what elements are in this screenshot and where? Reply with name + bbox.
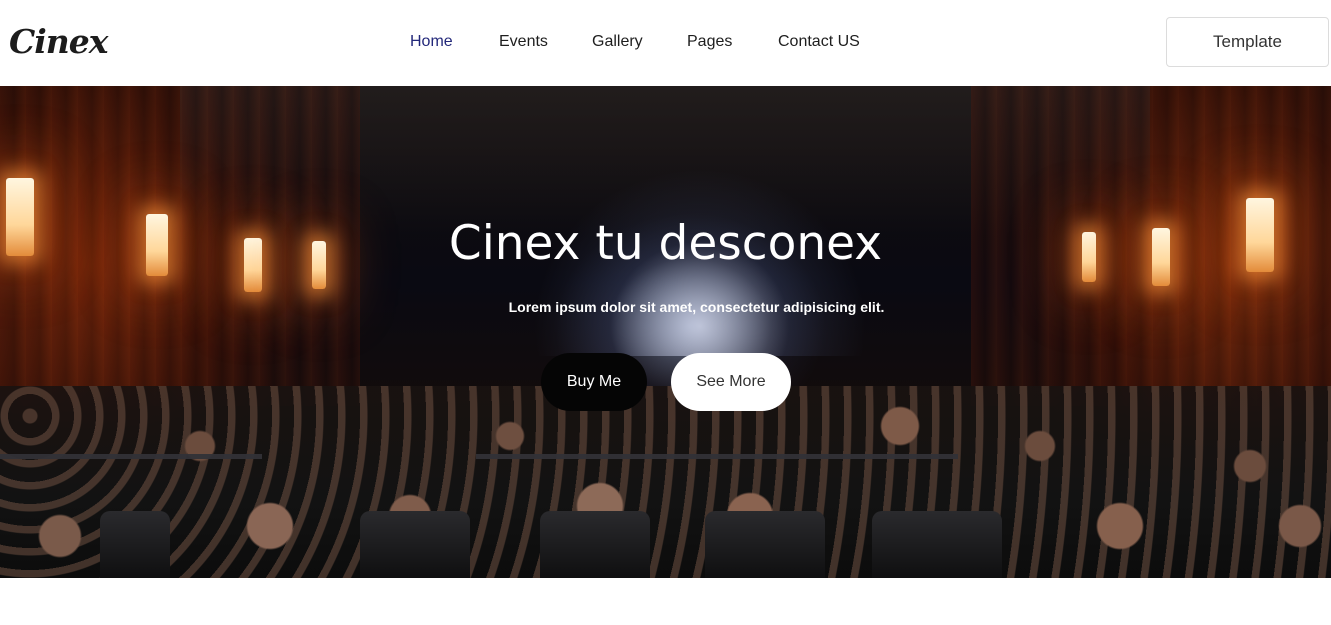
cinema-seat (100, 511, 170, 578)
seat-rail (0, 454, 262, 459)
see-more-button[interactable]: See More (671, 353, 791, 411)
seat-rail (476, 454, 958, 459)
buy-me-button[interactable]: Buy Me (541, 353, 647, 411)
template-button[interactable]: Template (1166, 17, 1329, 67)
cinema-seat (360, 511, 470, 578)
nav-pages-link[interactable]: Pages (687, 33, 732, 51)
site-logo[interactable]: Cinex (9, 22, 108, 61)
cinema-seat (872, 511, 1002, 578)
cinema-seat (705, 511, 825, 578)
hero-subtitle: Lorem ipsum dolor sit amet, consectetur … (508, 299, 885, 315)
nav-gallery-link[interactable]: Gallery (592, 33, 643, 51)
audience-crowd (0, 386, 1331, 578)
top-navbar: Cinex Home Events Gallery Pages Contact … (0, 0, 1331, 86)
nav-events-link[interactable]: Events (499, 33, 548, 51)
nav-contact-link[interactable]: Contact US (778, 33, 860, 51)
nav-home-link[interactable]: Home (410, 33, 453, 51)
hero-title: Cinex tu desconex (448, 216, 883, 271)
cinema-seat (540, 511, 650, 578)
hero-banner: Cinex tu desconex Lorem ipsum dolor sit … (0, 86, 1331, 578)
